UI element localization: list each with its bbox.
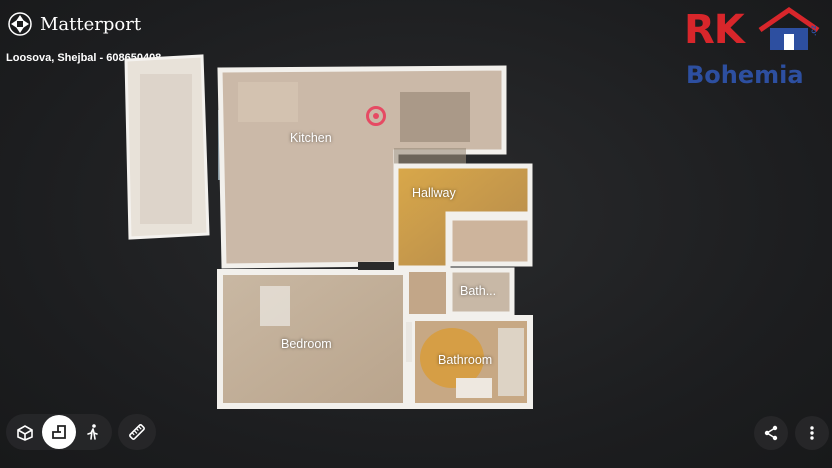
dollhouse-button[interactable]	[8, 415, 42, 449]
floorplan-button[interactable]	[42, 415, 76, 449]
brand: Matterport	[8, 12, 141, 36]
floorplan-icon	[52, 425, 66, 439]
matterport-logo-icon	[8, 12, 32, 36]
measure-group	[118, 414, 156, 450]
brand-name: Matterport	[40, 13, 142, 35]
room-label-bath[interactable]: Bath...	[460, 284, 496, 298]
rk-logo-subtext: Bohemia	[686, 61, 804, 89]
room-label-bedroom[interactable]: Bedroom	[281, 337, 332, 351]
more-vertical-icon	[810, 426, 814, 440]
more-options-button[interactable]	[795, 416, 829, 450]
rk-logo-cz: .cz	[808, 25, 818, 36]
dollhouse-icon	[17, 425, 33, 441]
measure-icon	[129, 424, 145, 440]
share-button[interactable]	[754, 416, 788, 450]
room-label-kitchen[interactable]: Kitchen	[290, 131, 332, 145]
walk-icon	[87, 424, 98, 440]
current-position-marker[interactable]	[366, 106, 386, 126]
room-label-bathroom[interactable]: Bathroom	[438, 353, 492, 367]
room-label-hallway[interactable]: Hallway	[412, 186, 456, 200]
view-mode-toolbar	[6, 414, 156, 450]
balcony-room	[124, 54, 228, 240]
measure-button[interactable]	[120, 415, 154, 449]
share-icon	[764, 425, 778, 441]
rk-bohemia-logo: RK .cz Bohemia	[684, 4, 826, 92]
rk-logo-text: RK	[684, 7, 745, 53]
view-mode-group	[6, 414, 112, 450]
walkthrough-button[interactable]	[76, 415, 110, 449]
3d-viewport[interactable]: Matterport Loosova, Shejbal - 608650408 …	[0, 0, 832, 468]
